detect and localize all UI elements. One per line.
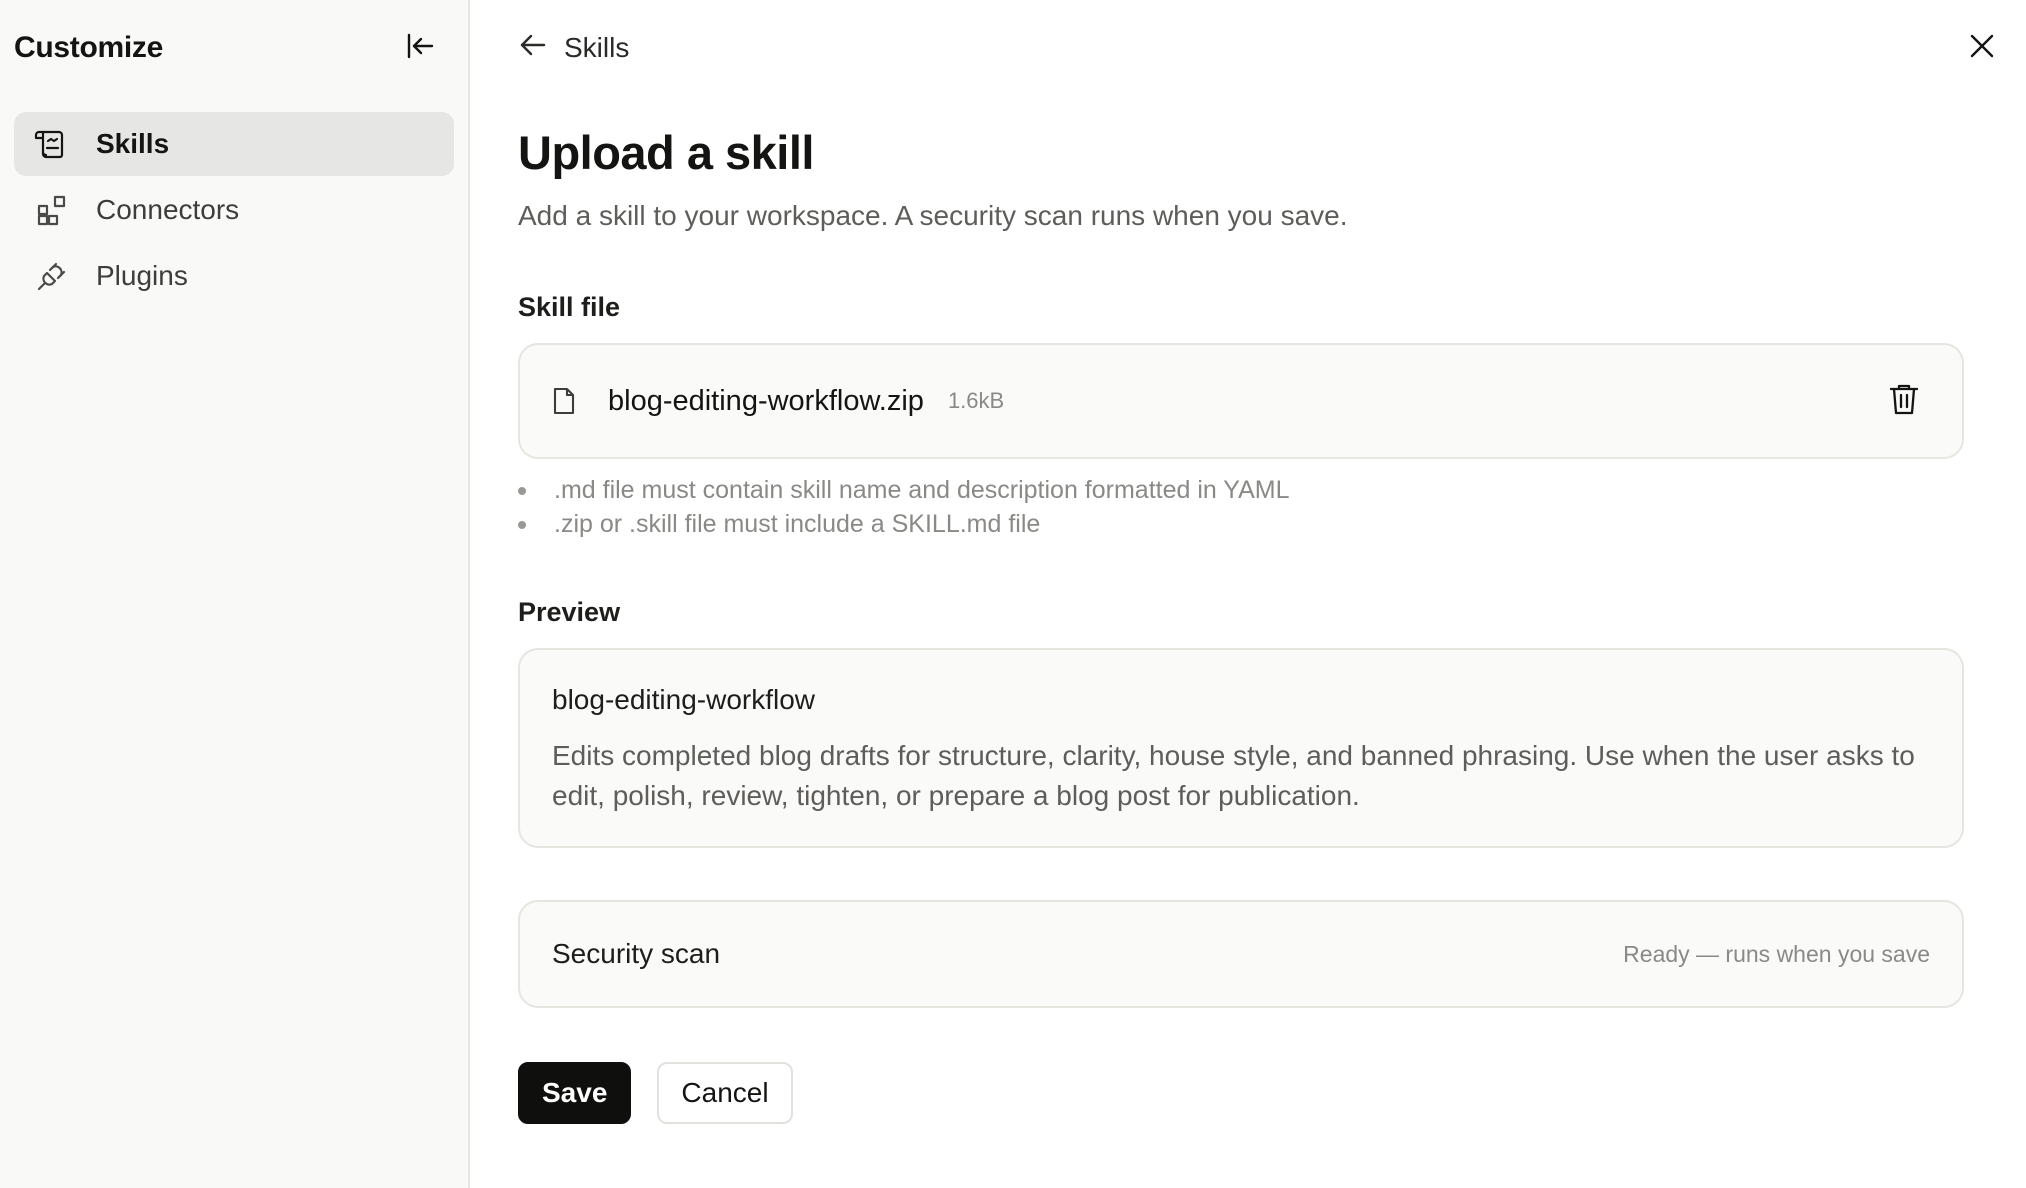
file-name: blog-editing-workflow.zip	[608, 384, 924, 417]
close-button[interactable]	[1958, 24, 2006, 72]
file-size: 1.6kB	[947, 388, 1005, 414]
delete-file-button[interactable]	[1882, 379, 1926, 423]
app-window: Customize Skills Connectors Plugins Skil…	[0, 0, 2026, 1188]
page-title: Upload a skill	[518, 126, 814, 179]
cancel-button[interactable]: Cancel	[657, 1062, 793, 1125]
connectors-icon	[34, 192, 70, 228]
topbar: Skills	[518, 0, 2026, 96]
main-panel: Skills Upload a skill Add a skill to you…	[470, 0, 2026, 1188]
preview-card: blog-editing-workflow Edits completed bl…	[518, 648, 1964, 849]
sidebar-item-plugins[interactable]: Plugins	[14, 244, 454, 308]
sidebar-item-connectors[interactable]: Connectors	[14, 178, 454, 242]
save-button[interactable]: Save	[518, 1062, 632, 1125]
security-scan-status: Ready — runs when you save	[1623, 940, 1930, 967]
sidebar-item-label: Connectors	[96, 194, 240, 225]
sidebar: Customize Skills Connectors Plugins	[0, 0, 470, 1188]
form-actions: Save Cancel	[518, 1062, 1964, 1125]
file-icon	[552, 387, 582, 415]
sidebar-title: Customize	[14, 31, 163, 64]
sidebar-item-label: Plugins	[96, 260, 188, 291]
trash-icon	[1888, 382, 1920, 421]
back-to-skills-button[interactable]: Skills	[518, 30, 629, 67]
sidebar-header: Customize	[0, 0, 468, 96]
plugins-icon	[34, 258, 70, 294]
sidebar-item-skills[interactable]: Skills	[14, 112, 454, 176]
back-label: Skills	[564, 32, 630, 63]
uploaded-file-card: blog-editing-workflow.zip 1.6kB	[518, 343, 1964, 460]
collapse-sidebar-icon	[404, 30, 436, 67]
skill-file-label: Skill file	[518, 292, 621, 323]
collapse-sidebar-button[interactable]	[396, 24, 444, 72]
sidebar-item-label: Skills	[96, 128, 170, 159]
close-icon	[1968, 32, 1996, 65]
security-scan-card: Security scan Ready — runs when you save	[518, 900, 1964, 1009]
list-item: .zip or .skill file must include a SKILL…	[518, 507, 1964, 541]
preview-label: Preview	[518, 597, 621, 628]
preview-skill-description: Edits completed blog drafts for structur…	[552, 740, 1915, 812]
skills-icon	[34, 126, 70, 162]
security-scan-label: Security scan	[552, 938, 721, 970]
arrow-left-icon	[518, 30, 548, 67]
sidebar-nav: Skills Connectors Plugins	[0, 96, 468, 324]
preview-skill-name: blog-editing-workflow	[552, 684, 816, 716]
file-requirements-list: .md file must contain skill name and des…	[518, 473, 1964, 541]
upload-skill-form: Upload a skill Add a skill to your works…	[518, 96, 1964, 1125]
list-item: .md file must contain skill name and des…	[518, 473, 1964, 507]
page-subtitle: Add a skill to your workspace. A securit…	[518, 200, 1348, 232]
